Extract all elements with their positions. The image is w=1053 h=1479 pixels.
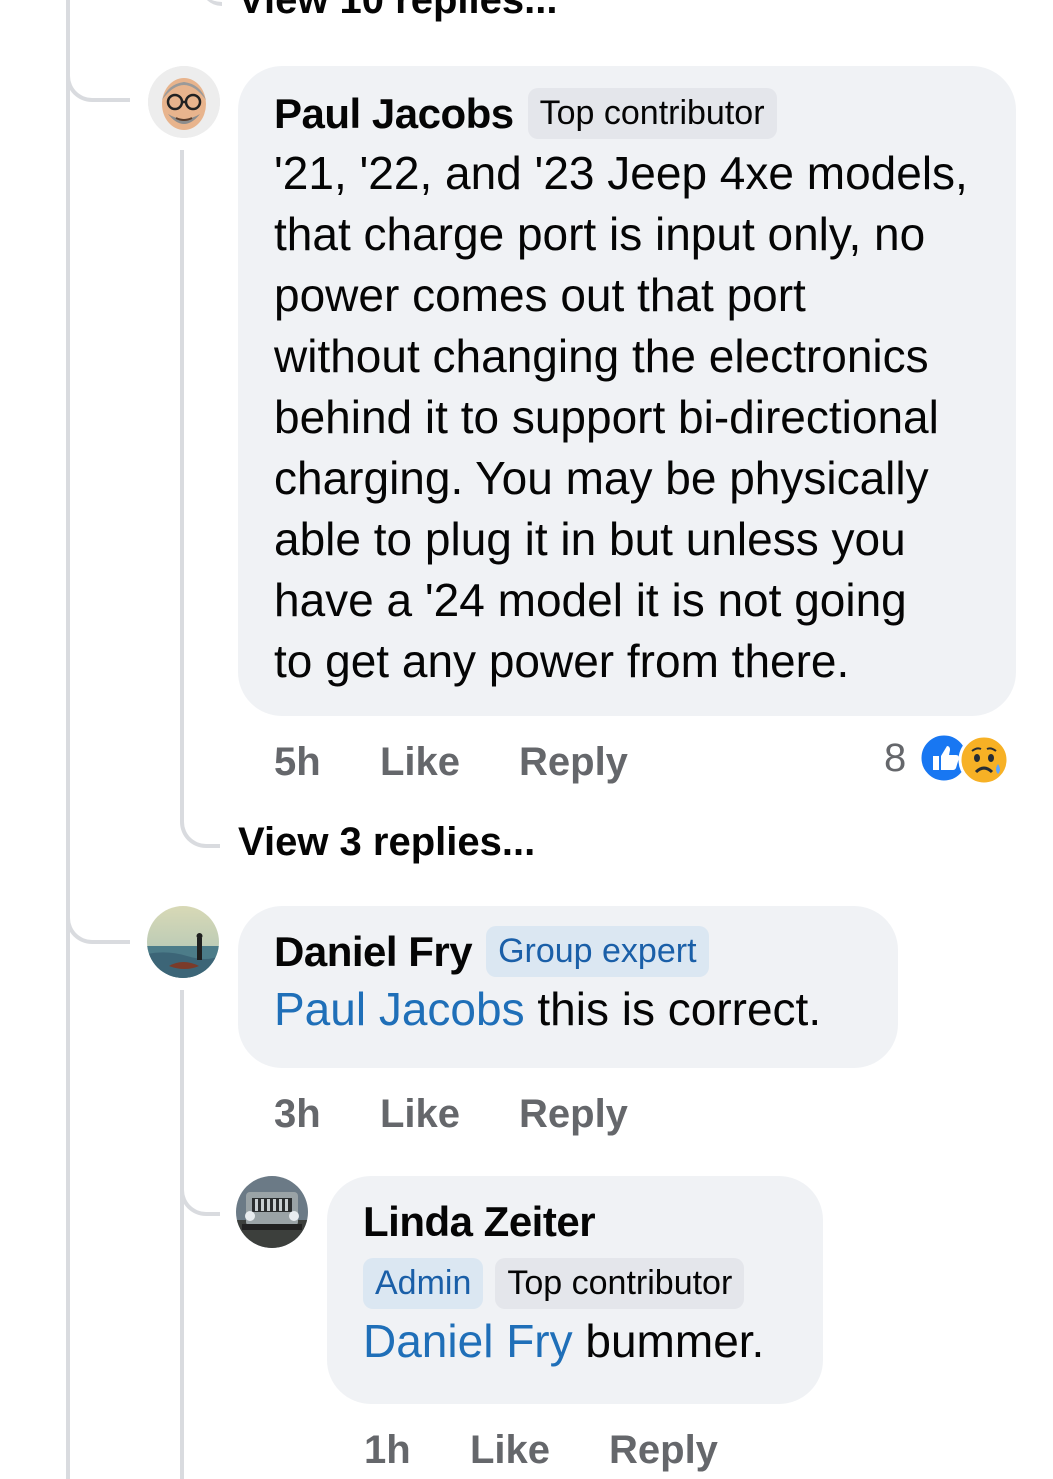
view-replies-paul[interactable]: View 3 replies...: [238, 820, 535, 865]
like-button[interactable]: Like: [470, 1428, 550, 1473]
thread-connector-view-replies: [180, 800, 220, 848]
like-button[interactable]: Like: [380, 1092, 460, 1137]
comment-timestamp[interactable]: 1h: [364, 1428, 411, 1473]
thread-line-paul: [180, 150, 184, 810]
thread-connector-linda: [180, 1170, 220, 1216]
comment-bubble-daniel-fry: Daniel Fry Group expert Paul Jacobs this…: [238, 906, 898, 1068]
reply-button[interactable]: Reply: [609, 1428, 718, 1473]
thread-connector-paul: [66, 60, 130, 102]
badge-group-expert: Group expert: [486, 926, 709, 977]
comment-text: '21, '22, and '23 Jeep 4xe models, that …: [274, 147, 968, 687]
thread-line-daniel: [180, 990, 184, 1479]
reply-button[interactable]: Reply: [519, 1092, 628, 1137]
thread-connector-top: [200, 0, 222, 6]
badge-top-contributor: Top contributor: [527, 88, 777, 139]
reaction-count: 8: [884, 736, 907, 780]
thread-connector-daniel: [66, 902, 130, 944]
badge-top-contributor: Top contributor: [495, 1258, 745, 1309]
avatar-daniel-fry[interactable]: [147, 906, 219, 978]
comment-actions-linda: 1h Like Reply: [0, 1428, 1053, 1478]
mention-link[interactable]: Daniel Fry: [363, 1315, 573, 1367]
comment-author[interactable]: Paul Jacobs: [274, 90, 514, 138]
comment-bubble-linda-zeiter: Linda Zeiter Admin Top contributor Danie…: [327, 1176, 823, 1404]
avatar-paul-jacobs[interactable]: [148, 66, 220, 138]
like-button[interactable]: Like: [380, 740, 460, 785]
sad-reaction-icon: [958, 734, 1010, 786]
comment-text: Daniel Fry bummer.: [363, 1315, 765, 1367]
comment-author[interactable]: Linda Zeiter: [363, 1198, 787, 1246]
comment-timestamp[interactable]: 3h: [274, 1092, 321, 1137]
badge-admin: Admin: [363, 1258, 484, 1309]
comment-text: Paul Jacobs this is correct.: [274, 983, 822, 1035]
comment-actions-daniel: 3h Like Reply: [0, 1092, 1053, 1142]
comment-author[interactable]: Daniel Fry: [274, 928, 473, 976]
reply-button[interactable]: Reply: [519, 740, 628, 785]
comment-bubble-paul-jacobs: Paul Jacobs Top contributor '21, '22, an…: [238, 66, 1016, 716]
comment-timestamp[interactable]: 5h: [274, 740, 321, 785]
reaction-summary[interactable]: 8: [884, 732, 1024, 788]
mention-link[interactable]: Paul Jacobs: [274, 983, 525, 1035]
view-more-replies-top[interactable]: View 10 replies...: [238, 0, 557, 23]
avatar-linda-zeiter[interactable]: [236, 1176, 308, 1248]
